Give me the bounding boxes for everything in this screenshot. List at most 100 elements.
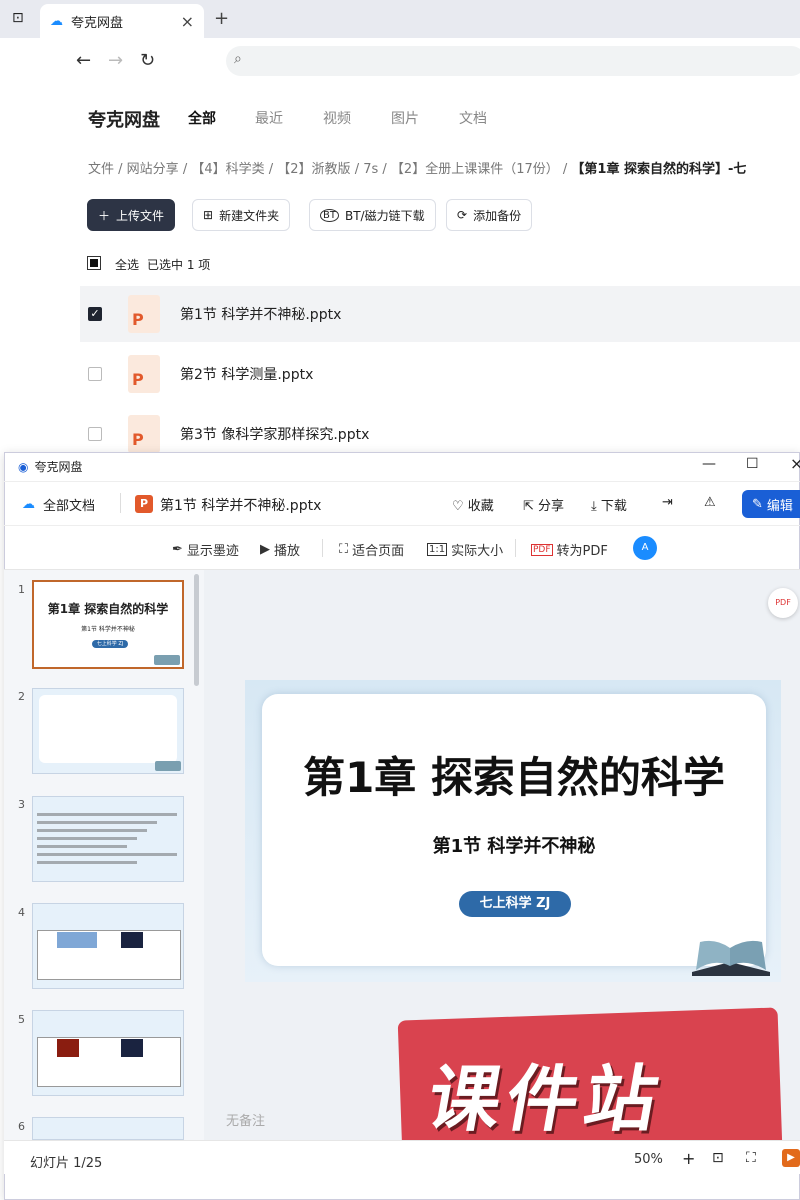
book-icon xyxy=(155,761,181,771)
thumb-number: 2 xyxy=(18,690,25,703)
breadcrumb: 文件 / 网站分享 / 【4】科学类 / 【2】浙教版 / 7s / 【2】全册… xyxy=(88,162,747,177)
cloud-icon: ☁ xyxy=(22,497,35,512)
slide-title: 第1章 探索自然的科学 xyxy=(303,753,725,802)
thumb-subtitle: 第1节 科学并不神秘 xyxy=(81,626,135,633)
folder-plus-icon: ⊞ xyxy=(203,208,214,222)
pdf-convert-icon[interactable]: PDF xyxy=(768,588,798,618)
zoom-level: 50% xyxy=(634,1152,663,1167)
pptx-file-icon: P xyxy=(128,355,160,393)
export-icon[interactable]: ⇥ xyxy=(662,495,673,510)
select-all-label: 全选 xyxy=(115,258,140,272)
share-button[interactable]: ⇱ 分享 xyxy=(523,495,564,514)
pptx-file-icon: P xyxy=(128,415,160,453)
sync-icon: ⟳ xyxy=(457,208,468,222)
favorite-button[interactable]: ♡ 收藏 xyxy=(452,495,494,514)
status-bar xyxy=(4,1140,800,1174)
tab-image[interactable]: 图片 xyxy=(391,108,419,128)
download-icon: ⤓ xyxy=(591,499,597,514)
plus-icon: ＋ xyxy=(98,208,111,223)
file-checkbox[interactable] xyxy=(88,367,102,381)
sidebar-scrollbar[interactable] xyxy=(194,574,199,686)
back-icon[interactable]: ← xyxy=(76,50,91,71)
actual-size-button[interactable]: 1:1 实际大小 xyxy=(427,540,503,559)
file-name[interactable]: 第2节 科学测量.pptx xyxy=(180,364,313,384)
file-name[interactable]: 第1节 科学并不神秘.pptx xyxy=(180,304,341,324)
fullscreen-icon[interactable]: ⛶ xyxy=(746,1150,756,1166)
breadcrumb-item[interactable]: 7s xyxy=(363,162,378,177)
forward-icon[interactable]: → xyxy=(108,50,123,71)
divider xyxy=(322,539,323,557)
add-backup-button[interactable]: ⟳ 添加备份 xyxy=(446,199,533,231)
close-tab-icon[interactable]: × xyxy=(181,12,194,31)
address-bar[interactable]: ⌕ xyxy=(226,46,800,76)
tab-search-icon[interactable]: ⊡ xyxy=(12,10,24,26)
thumbnail-slide-6[interactable] xyxy=(32,1117,184,1140)
file-row[interactable]: ✓ P 第1节 科学并不神秘.pptx xyxy=(80,286,800,342)
file-row[interactable]: P 第2节 科学测量.pptx xyxy=(80,346,800,402)
notes-placeholder[interactable]: 无备注 xyxy=(226,1110,265,1129)
show-ink-button[interactable]: ✒ 显示墨迹 xyxy=(172,540,239,559)
play-slideshow-icon[interactable]: ▶ xyxy=(782,1149,800,1167)
breadcrumb-item[interactable]: 【4】科学类 xyxy=(191,162,264,177)
thumb-number: 5 xyxy=(18,1013,25,1026)
thumbnail-slide-5[interactable] xyxy=(32,1010,184,1096)
feedback-icon[interactable]: ⚠ xyxy=(704,495,716,510)
new-tab-icon[interactable]: + xyxy=(214,8,229,29)
divider xyxy=(120,493,121,513)
edit-button[interactable]: ✎ 编辑 xyxy=(742,490,800,518)
all-docs-button[interactable]: ☁ 全部文档 xyxy=(22,495,95,514)
thumb-number: 4 xyxy=(18,906,25,919)
thumbnail-slide-1[interactable]: 第1章 探索自然的科学 第1节 科学并不神秘 七上科学 ZJ xyxy=(32,580,184,669)
zoom-in-icon[interactable]: + xyxy=(682,1149,695,1168)
viewer-header xyxy=(4,482,800,526)
book-icon xyxy=(154,655,180,665)
viewer-window-title: 夸克网盘 xyxy=(34,460,83,474)
tab-title: 夸克网盘 xyxy=(71,15,124,31)
brand-logo: 夸克网盘 xyxy=(88,110,160,131)
ai-assistant-icon[interactable]: A xyxy=(633,536,657,560)
actual-size-icon: 1:1 xyxy=(427,543,448,556)
file-name[interactable]: 第3节 像科学家那样探究.pptx xyxy=(180,424,369,444)
fit-screen-icon[interactable]: ⊡ xyxy=(712,1150,724,1166)
tab-all[interactable]: 全部 xyxy=(188,108,216,128)
fit-page-button[interactable]: ⛶ 适合页面 xyxy=(339,540,404,559)
pptx-icon: P xyxy=(135,495,153,513)
play-button[interactable]: ▶ 播放 xyxy=(260,540,300,559)
ink-icon: ✒ xyxy=(172,542,183,557)
tab-video[interactable]: 视频 xyxy=(323,108,351,128)
download-button[interactable]: ⤓ 下载 xyxy=(591,495,627,514)
minimize-icon[interactable]: — xyxy=(702,456,716,472)
breadcrumb-item[interactable]: 【2】全册上课课件（17份） xyxy=(391,162,559,177)
thumb-number: 3 xyxy=(18,798,25,811)
thumb-title: 第1章 探索自然的科学 xyxy=(47,602,169,616)
thumb-badge: 七上科学 ZJ xyxy=(92,640,128,648)
breadcrumb-item[interactable]: 文件 xyxy=(88,162,114,177)
upload-button[interactable]: ＋上传文件 xyxy=(87,199,176,231)
divider xyxy=(515,539,516,557)
fit-icon: ⛶ xyxy=(339,542,349,557)
browser-tab[interactable]: ☁ 夸克网盘 × xyxy=(40,4,204,38)
bt-icon: BT xyxy=(320,208,339,222)
pptx-file-icon: P xyxy=(128,295,160,333)
select-all-checkbox[interactable] xyxy=(87,256,101,270)
file-checkbox[interactable] xyxy=(88,427,102,441)
pdf-icon: PDF xyxy=(531,543,553,556)
play-icon: ▶ xyxy=(260,542,270,557)
thumbnail-slide-4[interactable] xyxy=(32,903,184,989)
slide-subtitle: 第1节 科学并不神秘 xyxy=(432,836,596,857)
slide-counter: 幻灯片 1/25 xyxy=(30,1156,103,1171)
to-pdf-button[interactable]: PDF 转为PDF xyxy=(531,540,608,559)
tab-recent[interactable]: 最近 xyxy=(255,108,283,128)
breadcrumb-item[interactable]: 网站分享 xyxy=(127,162,179,177)
thumbnail-slide-3[interactable] xyxy=(32,796,184,882)
breadcrumb-item[interactable]: 【2】浙教版 xyxy=(277,162,350,177)
maximize-icon[interactable]: ☐ xyxy=(746,456,759,472)
tab-doc[interactable]: 文档 xyxy=(459,108,487,128)
open-book-icon xyxy=(688,932,774,978)
new-folder-button[interactable]: ⊞ 新建文件夹 xyxy=(192,199,291,231)
file-checkbox[interactable]: ✓ xyxy=(88,307,102,321)
thumbnail-slide-2[interactable] xyxy=(32,688,184,774)
close-window-icon[interactable]: × xyxy=(790,454,800,473)
reload-icon[interactable]: ↻ xyxy=(140,50,155,71)
bt-download-button[interactable]: BT BT/磁力链下载 xyxy=(309,199,436,231)
